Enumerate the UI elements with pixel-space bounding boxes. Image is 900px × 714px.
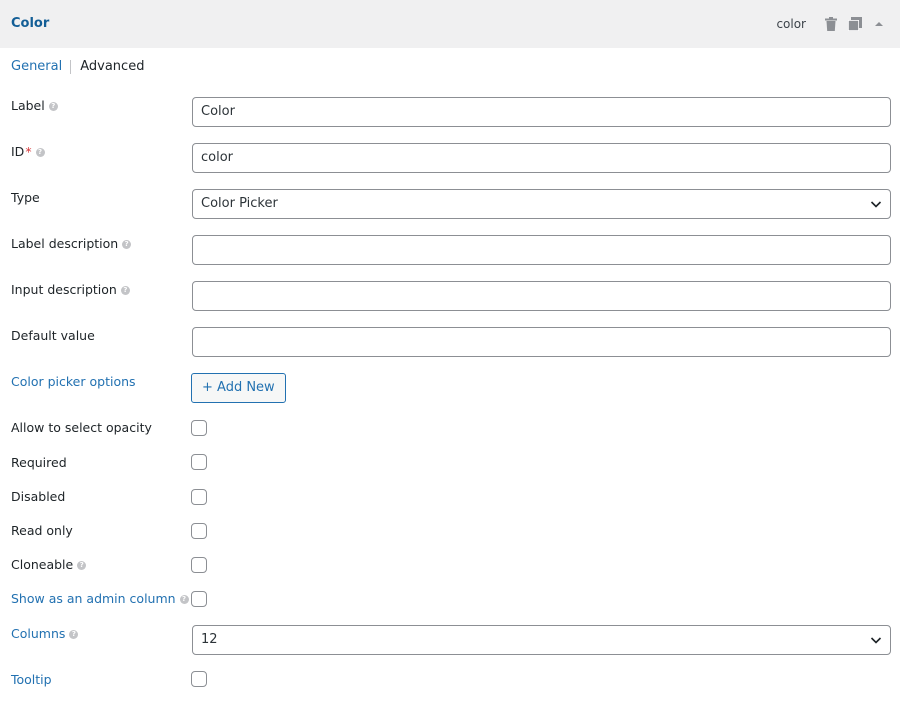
header-actions: color bbox=[776, 14, 887, 34]
color-picker-options-label-text[interactable]: Color picker options bbox=[11, 373, 136, 391]
id-field-label-text: ID bbox=[11, 144, 25, 159]
field-header[interactable]: Color color bbox=[0, 0, 900, 48]
allow-opacity-checkbox[interactable] bbox=[191, 420, 207, 436]
duplicate-icon[interactable] bbox=[847, 16, 863, 32]
columns-select-value: 12 bbox=[201, 632, 218, 647]
cloneable-label-text: Cloneable bbox=[11, 557, 74, 572]
read-only-label: Read only bbox=[11, 522, 73, 540]
tooltip-checkbox[interactable] bbox=[191, 671, 207, 687]
allow-opacity-label: Allow to select opacity bbox=[11, 419, 152, 437]
help-icon[interactable] bbox=[179, 593, 189, 605]
tab-advanced[interactable]: Advanced bbox=[80, 58, 144, 76]
default-value-label-text: Default value bbox=[11, 328, 95, 343]
disabled-checkbox[interactable] bbox=[191, 489, 207, 505]
tooltip-label[interactable]: Tooltip bbox=[11, 671, 52, 689]
cloneable-label: Cloneable bbox=[11, 556, 87, 574]
label-field-label: Label bbox=[11, 97, 58, 115]
disabled-label-text: Disabled bbox=[11, 489, 66, 504]
field-slug: color bbox=[776, 17, 806, 31]
help-icon[interactable] bbox=[77, 559, 87, 571]
type-select[interactable]: Color Picker bbox=[192, 189, 891, 219]
disabled-label: Disabled bbox=[11, 488, 65, 506]
type-field-label-text: Type bbox=[11, 190, 40, 205]
tooltip-label-text[interactable]: Tooltip bbox=[11, 671, 52, 689]
required-label-text: Required bbox=[11, 455, 67, 470]
id-input[interactable]: color bbox=[192, 143, 891, 173]
type-field-label: Type bbox=[11, 189, 40, 207]
required-checkbox[interactable] bbox=[191, 454, 207, 470]
columns-label[interactable]: Columns bbox=[11, 625, 79, 643]
settings-tabs: General Advanced bbox=[11, 58, 144, 76]
label-field-label-text: Label bbox=[11, 98, 45, 113]
admin-column-label-text[interactable]: Show as an admin column bbox=[11, 590, 176, 608]
tab-divider bbox=[70, 60, 72, 74]
collapse-arrow-icon[interactable] bbox=[871, 16, 887, 32]
help-icon[interactable] bbox=[120, 284, 130, 296]
default-value-input[interactable] bbox=[192, 327, 891, 357]
input-description-input[interactable] bbox=[192, 281, 891, 311]
add-new-button[interactable]: + Add New bbox=[191, 373, 286, 403]
required-star: * bbox=[25, 144, 32, 159]
read-only-checkbox[interactable] bbox=[191, 523, 207, 539]
label-description-label-text: Label description bbox=[11, 236, 119, 251]
help-icon[interactable] bbox=[35, 146, 45, 158]
admin-column-checkbox[interactable] bbox=[191, 591, 207, 607]
color-picker-options-label[interactable]: Color picker options bbox=[11, 373, 136, 391]
label-description-field-label: Label description bbox=[11, 235, 132, 253]
input-description-label-text: Input description bbox=[11, 282, 117, 297]
chevron-down-icon bbox=[870, 201, 882, 208]
allow-opacity-label-text: Allow to select opacity bbox=[11, 420, 152, 435]
read-only-label-text: Read only bbox=[11, 523, 73, 538]
help-icon[interactable] bbox=[69, 628, 79, 640]
field-title[interactable]: Color bbox=[11, 15, 49, 33]
admin-column-label[interactable]: Show as an admin column bbox=[11, 590, 189, 608]
tab-general[interactable]: General bbox=[11, 58, 62, 76]
cloneable-checkbox[interactable] bbox=[191, 557, 207, 573]
default-value-field-label: Default value bbox=[11, 327, 95, 345]
chevron-down-icon bbox=[870, 637, 882, 644]
trash-icon[interactable] bbox=[823, 16, 839, 32]
input-description-field-label: Input description bbox=[11, 281, 130, 299]
required-label: Required bbox=[11, 454, 67, 472]
type-select-value: Color Picker bbox=[201, 196, 278, 211]
help-icon[interactable] bbox=[122, 238, 132, 250]
label-input[interactable]: Color bbox=[192, 97, 891, 127]
help-icon[interactable] bbox=[48, 100, 58, 112]
columns-select[interactable]: 12 bbox=[192, 625, 891, 655]
columns-label-text[interactable]: Columns bbox=[11, 625, 65, 643]
id-field-label: ID * bbox=[11, 143, 45, 161]
label-description-input[interactable] bbox=[192, 235, 891, 265]
